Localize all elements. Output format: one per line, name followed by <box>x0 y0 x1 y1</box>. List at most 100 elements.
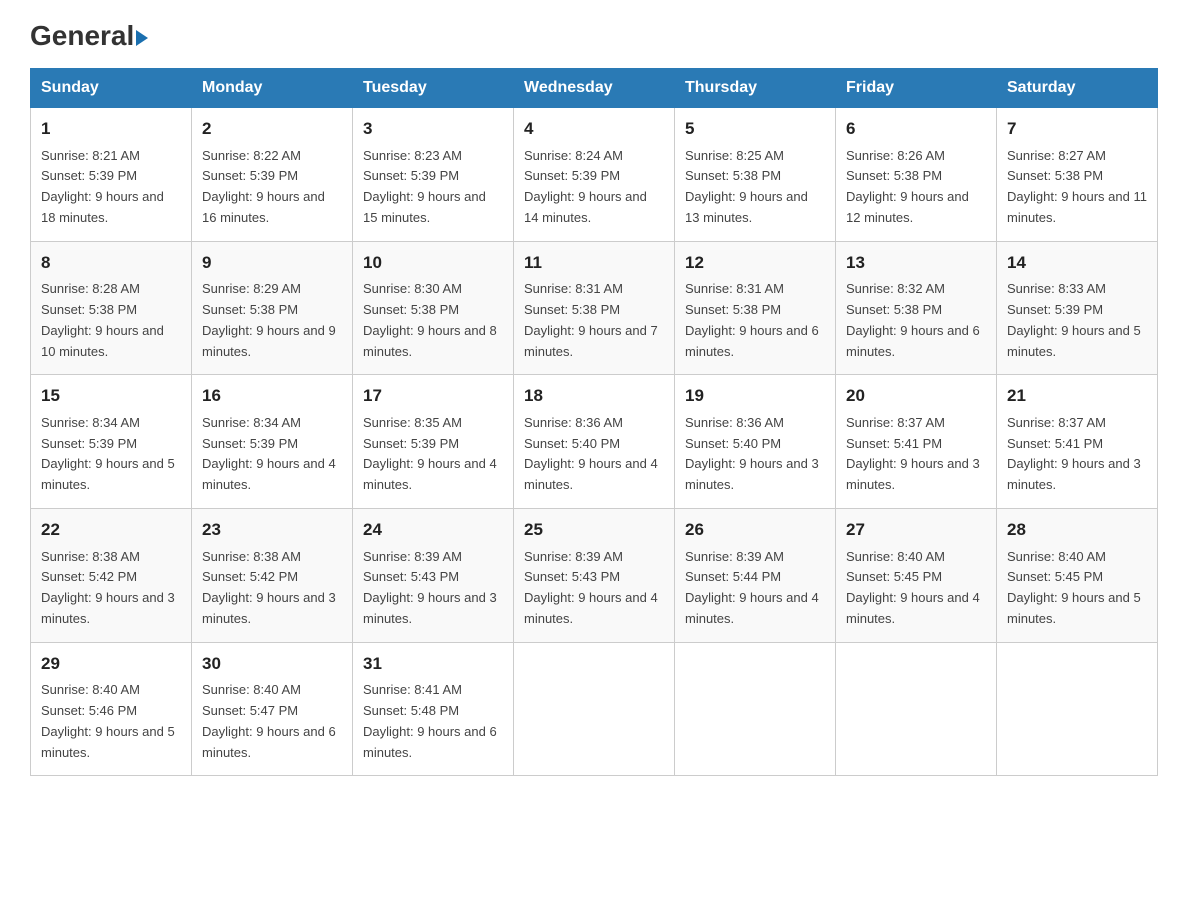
day-number: 24 <box>363 517 503 543</box>
calendar-cell <box>997 642 1158 776</box>
day-number: 11 <box>524 250 664 276</box>
calendar-cell: 28 Sunrise: 8:40 AMSunset: 5:45 PMDaylig… <box>997 509 1158 643</box>
day-info: Sunrise: 8:33 AMSunset: 5:39 PMDaylight:… <box>1007 281 1141 358</box>
calendar-cell: 16 Sunrise: 8:34 AMSunset: 5:39 PMDaylig… <box>192 375 353 509</box>
calendar-cell: 12 Sunrise: 8:31 AMSunset: 5:38 PMDaylig… <box>675 241 836 375</box>
day-info: Sunrise: 8:40 AMSunset: 5:47 PMDaylight:… <box>202 682 336 759</box>
day-info: Sunrise: 8:34 AMSunset: 5:39 PMDaylight:… <box>41 415 175 492</box>
calendar-week-5: 29 Sunrise: 8:40 AMSunset: 5:46 PMDaylig… <box>31 642 1158 776</box>
calendar-table: SundayMondayTuesdayWednesdayThursdayFrid… <box>30 68 1158 776</box>
day-number: 16 <box>202 383 342 409</box>
day-info: Sunrise: 8:39 AMSunset: 5:43 PMDaylight:… <box>524 549 658 626</box>
calendar-cell: 4 Sunrise: 8:24 AMSunset: 5:39 PMDayligh… <box>514 108 675 242</box>
calendar-cell: 29 Sunrise: 8:40 AMSunset: 5:46 PMDaylig… <box>31 642 192 776</box>
day-number: 26 <box>685 517 825 543</box>
day-info: Sunrise: 8:36 AMSunset: 5:40 PMDaylight:… <box>685 415 819 492</box>
day-number: 29 <box>41 651 181 677</box>
calendar-week-4: 22 Sunrise: 8:38 AMSunset: 5:42 PMDaylig… <box>31 509 1158 643</box>
day-number: 22 <box>41 517 181 543</box>
day-number: 10 <box>363 250 503 276</box>
calendar-cell: 21 Sunrise: 8:37 AMSunset: 5:41 PMDaylig… <box>997 375 1158 509</box>
calendar-header: SundayMondayTuesdayWednesdayThursdayFrid… <box>31 69 1158 108</box>
weekday-header-thursday: Thursday <box>675 69 836 108</box>
calendar-cell: 20 Sunrise: 8:37 AMSunset: 5:41 PMDaylig… <box>836 375 997 509</box>
calendar-cell: 11 Sunrise: 8:31 AMSunset: 5:38 PMDaylig… <box>514 241 675 375</box>
day-info: Sunrise: 8:28 AMSunset: 5:38 PMDaylight:… <box>41 281 164 358</box>
day-number: 28 <box>1007 517 1147 543</box>
weekday-header-friday: Friday <box>836 69 997 108</box>
calendar-cell: 25 Sunrise: 8:39 AMSunset: 5:43 PMDaylig… <box>514 509 675 643</box>
calendar-cell: 24 Sunrise: 8:39 AMSunset: 5:43 PMDaylig… <box>353 509 514 643</box>
day-number: 7 <box>1007 116 1147 142</box>
weekday-header-row: SundayMondayTuesdayWednesdayThursdayFrid… <box>31 69 1158 108</box>
logo: General <box>30 20 148 48</box>
day-number: 18 <box>524 383 664 409</box>
day-info: Sunrise: 8:31 AMSunset: 5:38 PMDaylight:… <box>685 281 819 358</box>
day-info: Sunrise: 8:21 AMSunset: 5:39 PMDaylight:… <box>41 148 164 225</box>
day-number: 1 <box>41 116 181 142</box>
day-info: Sunrise: 8:38 AMSunset: 5:42 PMDaylight:… <box>41 549 175 626</box>
day-number: 25 <box>524 517 664 543</box>
calendar-week-1: 1 Sunrise: 8:21 AMSunset: 5:39 PMDayligh… <box>31 108 1158 242</box>
calendar-cell: 7 Sunrise: 8:27 AMSunset: 5:38 PMDayligh… <box>997 108 1158 242</box>
calendar-cell: 9 Sunrise: 8:29 AMSunset: 5:38 PMDayligh… <box>192 241 353 375</box>
calendar-cell: 22 Sunrise: 8:38 AMSunset: 5:42 PMDaylig… <box>31 509 192 643</box>
day-info: Sunrise: 8:31 AMSunset: 5:38 PMDaylight:… <box>524 281 658 358</box>
weekday-header-saturday: Saturday <box>997 69 1158 108</box>
calendar-cell: 6 Sunrise: 8:26 AMSunset: 5:38 PMDayligh… <box>836 108 997 242</box>
day-info: Sunrise: 8:41 AMSunset: 5:48 PMDaylight:… <box>363 682 497 759</box>
calendar-cell: 30 Sunrise: 8:40 AMSunset: 5:47 PMDaylig… <box>192 642 353 776</box>
calendar-cell: 5 Sunrise: 8:25 AMSunset: 5:38 PMDayligh… <box>675 108 836 242</box>
day-info: Sunrise: 8:35 AMSunset: 5:39 PMDaylight:… <box>363 415 497 492</box>
day-info: Sunrise: 8:34 AMSunset: 5:39 PMDaylight:… <box>202 415 336 492</box>
day-info: Sunrise: 8:36 AMSunset: 5:40 PMDaylight:… <box>524 415 658 492</box>
day-info: Sunrise: 8:24 AMSunset: 5:39 PMDaylight:… <box>524 148 647 225</box>
day-info: Sunrise: 8:39 AMSunset: 5:44 PMDaylight:… <box>685 549 819 626</box>
calendar-cell: 8 Sunrise: 8:28 AMSunset: 5:38 PMDayligh… <box>31 241 192 375</box>
day-number: 17 <box>363 383 503 409</box>
weekday-header-wednesday: Wednesday <box>514 69 675 108</box>
calendar-cell: 3 Sunrise: 8:23 AMSunset: 5:39 PMDayligh… <box>353 108 514 242</box>
calendar-week-2: 8 Sunrise: 8:28 AMSunset: 5:38 PMDayligh… <box>31 241 1158 375</box>
day-info: Sunrise: 8:23 AMSunset: 5:39 PMDaylight:… <box>363 148 486 225</box>
day-number: 15 <box>41 383 181 409</box>
day-info: Sunrise: 8:38 AMSunset: 5:42 PMDaylight:… <box>202 549 336 626</box>
day-number: 4 <box>524 116 664 142</box>
day-number: 19 <box>685 383 825 409</box>
calendar-cell: 13 Sunrise: 8:32 AMSunset: 5:38 PMDaylig… <box>836 241 997 375</box>
weekday-header-monday: Monday <box>192 69 353 108</box>
calendar-cell: 17 Sunrise: 8:35 AMSunset: 5:39 PMDaylig… <box>353 375 514 509</box>
calendar-cell: 10 Sunrise: 8:30 AMSunset: 5:38 PMDaylig… <box>353 241 514 375</box>
day-info: Sunrise: 8:37 AMSunset: 5:41 PMDaylight:… <box>1007 415 1141 492</box>
day-number: 3 <box>363 116 503 142</box>
weekday-header-tuesday: Tuesday <box>353 69 514 108</box>
calendar-cell: 26 Sunrise: 8:39 AMSunset: 5:44 PMDaylig… <box>675 509 836 643</box>
day-number: 23 <box>202 517 342 543</box>
day-number: 5 <box>685 116 825 142</box>
day-info: Sunrise: 8:40 AMSunset: 5:45 PMDaylight:… <box>846 549 980 626</box>
day-number: 12 <box>685 250 825 276</box>
day-info: Sunrise: 8:40 AMSunset: 5:46 PMDaylight:… <box>41 682 175 759</box>
day-number: 27 <box>846 517 986 543</box>
calendar-cell: 27 Sunrise: 8:40 AMSunset: 5:45 PMDaylig… <box>836 509 997 643</box>
page-header: General <box>30 20 1158 48</box>
day-info: Sunrise: 8:27 AMSunset: 5:38 PMDaylight:… <box>1007 148 1147 225</box>
day-info: Sunrise: 8:22 AMSunset: 5:39 PMDaylight:… <box>202 148 325 225</box>
calendar-week-3: 15 Sunrise: 8:34 AMSunset: 5:39 PMDaylig… <box>31 375 1158 509</box>
day-info: Sunrise: 8:32 AMSunset: 5:38 PMDaylight:… <box>846 281 980 358</box>
day-number: 6 <box>846 116 986 142</box>
day-info: Sunrise: 8:26 AMSunset: 5:38 PMDaylight:… <box>846 148 969 225</box>
calendar-cell: 31 Sunrise: 8:41 AMSunset: 5:48 PMDaylig… <box>353 642 514 776</box>
calendar-cell: 19 Sunrise: 8:36 AMSunset: 5:40 PMDaylig… <box>675 375 836 509</box>
day-number: 31 <box>363 651 503 677</box>
day-info: Sunrise: 8:37 AMSunset: 5:41 PMDaylight:… <box>846 415 980 492</box>
day-number: 8 <box>41 250 181 276</box>
logo-general: General <box>30 20 148 52</box>
calendar-cell: 2 Sunrise: 8:22 AMSunset: 5:39 PMDayligh… <box>192 108 353 242</box>
day-number: 9 <box>202 250 342 276</box>
day-info: Sunrise: 8:30 AMSunset: 5:38 PMDaylight:… <box>363 281 497 358</box>
calendar-cell: 15 Sunrise: 8:34 AMSunset: 5:39 PMDaylig… <box>31 375 192 509</box>
calendar-cell: 23 Sunrise: 8:38 AMSunset: 5:42 PMDaylig… <box>192 509 353 643</box>
calendar-cell: 18 Sunrise: 8:36 AMSunset: 5:40 PMDaylig… <box>514 375 675 509</box>
weekday-header-sunday: Sunday <box>31 69 192 108</box>
